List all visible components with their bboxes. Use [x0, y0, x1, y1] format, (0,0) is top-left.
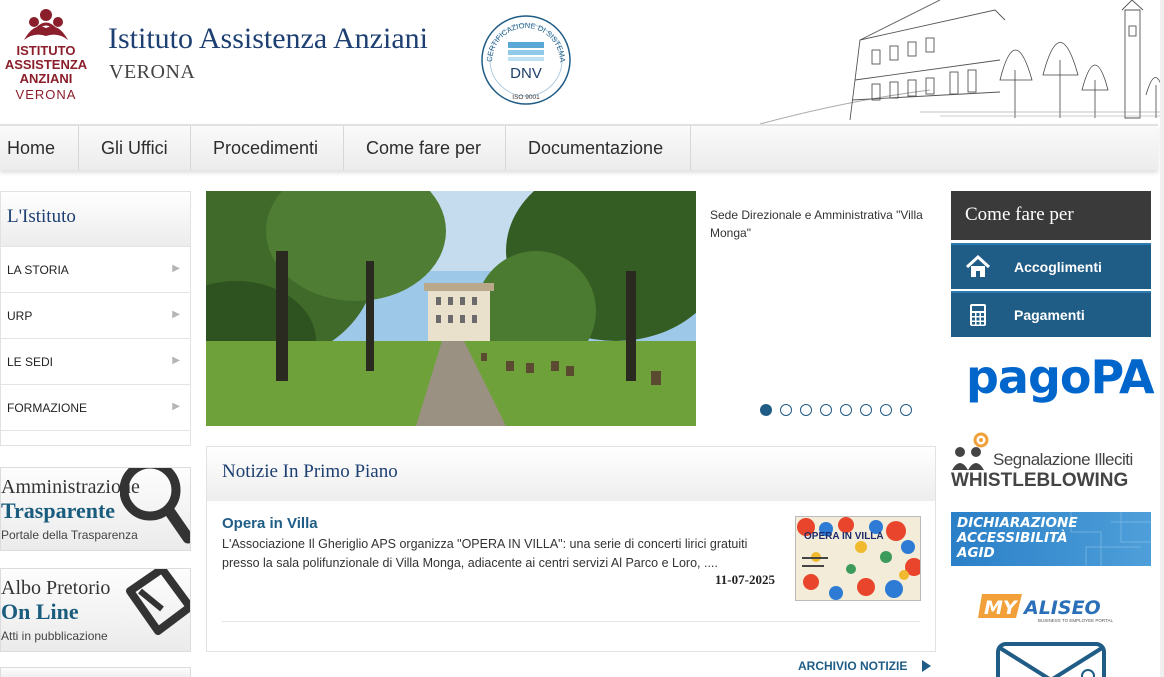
dnv-certification-badge[interactable]: CERTIFICAZIONE DI SISTEMA QUALITÀ DNV IS… — [478, 10, 574, 106]
slider-dot[interactable] — [780, 404, 792, 416]
sidebar-banner-partial[interactable] — [0, 667, 191, 677]
agid-line1: DICHIARAZIONE — [957, 515, 1078, 531]
news-heading: Notizie In Primo Piano — [207, 447, 935, 501]
chevron-right-icon: ▶ — [172, 401, 180, 412]
sidebar-item-le-sedi[interactable]: LE SEDI ▶ — [1, 338, 190, 384]
agid-line3: AGID — [957, 545, 995, 561]
whistleblowing-line1: Segnalazione Illeciti — [993, 450, 1133, 469]
banner-line1: Albo Pretorio — [1, 577, 111, 599]
nav-item-home[interactable]: Home — [0, 126, 79, 170]
site-subtitle: VERONA — [109, 61, 196, 83]
news-item-text: L'Associazione Il Gheriglio APS organizz… — [222, 537, 748, 570]
home-icon — [965, 254, 991, 277]
sidebar-item-urp[interactable]: URP ▶ — [1, 292, 190, 338]
slider-dot[interactable] — [820, 404, 832, 416]
logo-text-line1: ISTITUTO — [16, 43, 76, 58]
accoglimenti-button[interactable]: Accoglimenti — [951, 243, 1151, 289]
banner-line1: Amministrazione — [1, 476, 140, 498]
albo-pretorio-banner[interactable]: Albo Pretorio On Line Atti in pubblicazi… — [0, 568, 191, 652]
pagamenti-button[interactable]: Pagamenti — [951, 291, 1151, 337]
villa-sketch-illustration — [760, 0, 1164, 124]
arrow-right-icon[interactable] — [922, 660, 931, 672]
news-item-date: 11-07-2025 — [715, 572, 775, 587]
slider-dot[interactable] — [800, 404, 812, 416]
myaliseo-tagline: BUSINESS TO EMPLOYEE PORTAL — [1038, 618, 1113, 623]
whistleblowing-line2: WHISTLEBLOWING — [951, 470, 1129, 491]
sidebar-spacer — [1, 430, 190, 447]
calculator-icon — [970, 304, 986, 326]
slider-dot[interactable] — [860, 404, 872, 416]
villa-monga-photo[interactable] — [206, 191, 696, 426]
agid-line2: ACCESSIBILITÀ — [957, 530, 1068, 546]
amministrazione-trasparente-banner[interactable]: Amministrazione Trasparente Portale dell… — [0, 467, 191, 551]
slider-dot[interactable] — [840, 404, 852, 416]
archive-news-link[interactable]: ARCHIVIO NOTIZIE — [798, 659, 907, 673]
site-title[interactable]: Istituto Assistenza Anziani — [108, 22, 428, 56]
dnv-standard-text: ISO 9001 — [512, 94, 540, 101]
poster-title-text: OPERA IN VILLA — [804, 531, 884, 542]
chevron-right-icon: ▶ — [172, 355, 180, 366]
institute-logo[interactable]: ISTITUTO ASSISTENZA ANZIANI VERONA — [2, 8, 90, 106]
page-scrollbar[interactable] — [1160, 0, 1164, 677]
slider-dot[interactable] — [900, 404, 912, 416]
banner-line2: Trasparente — [1, 498, 116, 523]
myaliseo-my-text: MY — [984, 597, 1019, 619]
slider-dot[interactable] — [880, 404, 892, 416]
slide-caption: Sede Direzionale e Amministrativa "Villa… — [710, 208, 923, 240]
sidebar-item-label: FORMAZIONE — [7, 401, 87, 415]
chevron-right-icon: ▶ — [172, 263, 180, 274]
news-item-image[interactable]: OPERA IN VILLA — [795, 516, 921, 601]
sidebar-item-label: URP — [7, 309, 33, 323]
nav-item-come-fare-per[interactable]: Come fare per — [344, 126, 506, 170]
myaliseo-logo[interactable]: MY ALISEO BUSINESS TO EMPLOYEE PORTAL — [978, 590, 1128, 624]
banner-line3: Portale della Trasparenza — [1, 528, 138, 542]
come-fare-per-heading: Come fare per — [951, 191, 1151, 240]
opera-poster-image: OPERA IN VILLA — [796, 517, 920, 600]
chevron-right-icon: ▶ — [172, 309, 180, 320]
logo-text-line4: VERONA — [15, 87, 77, 102]
sidebar-item-formazione[interactable]: FORMAZIONE ▶ — [1, 384, 190, 430]
sidebar-item-la-storia[interactable]: LA STORIA ▶ — [1, 246, 190, 292]
logo-text-line3: ANZIANI — [19, 71, 73, 86]
banner-line3: Atti in pubblicazione — [1, 629, 108, 643]
nav-item-procedimenti[interactable]: Procedimenti — [191, 126, 344, 170]
news-section: Notizie In Primo Piano Opera in Villa L'… — [206, 446, 936, 652]
banner-line2: On Line — [1, 599, 79, 624]
pagopa-logo[interactable]: pagoPA — [966, 350, 1155, 404]
dnv-brand-text: DNV — [510, 65, 542, 82]
sidebar-item-label: LA STORIA — [7, 263, 69, 277]
document-icon — [126, 569, 190, 635]
sidebar-item-label: LE SEDI — [7, 355, 54, 369]
pagamenti-label: Pagamenti — [1014, 307, 1085, 323]
logo-emblem-icon — [24, 9, 68, 40]
nav-item-gli-uffici[interactable]: Gli Uffici — [79, 126, 191, 170]
myaliseo-name-text: ALISEO — [1022, 597, 1101, 619]
people-icon — [952, 432, 989, 470]
sidebar-istituto: L'Istituto LA STORIA ▶ URP ▶ LE SEDI ▶ F… — [0, 191, 191, 446]
slider-dot[interactable] — [760, 404, 772, 416]
news-item-title[interactable]: Opera in Villa — [222, 515, 318, 532]
logo-text-line2: ASSISTENZA — [4, 57, 88, 72]
sidebar-title: L'Istituto — [1, 192, 190, 246]
nav-item-documentazione[interactable]: Documentazione — [506, 126, 691, 170]
news-divider — [222, 621, 920, 622]
mail-icon[interactable] — [996, 640, 1106, 677]
agid-accessibility-banner[interactable]: DICHIARAZIONE ACCESSIBILITÀ AGID — [951, 512, 1151, 566]
site-header: ISTITUTO ASSISTENZA ANZIANI VERONA Istit… — [0, 0, 1164, 124]
main-navigation: Home Gli Uffici Procedimenti Come fare p… — [0, 124, 1158, 170]
whistleblowing-logo[interactable]: Segnalazione Illeciti WHISTLEBLOWING — [951, 432, 1151, 491]
accoglimenti-label: Accoglimenti — [1014, 259, 1102, 275]
